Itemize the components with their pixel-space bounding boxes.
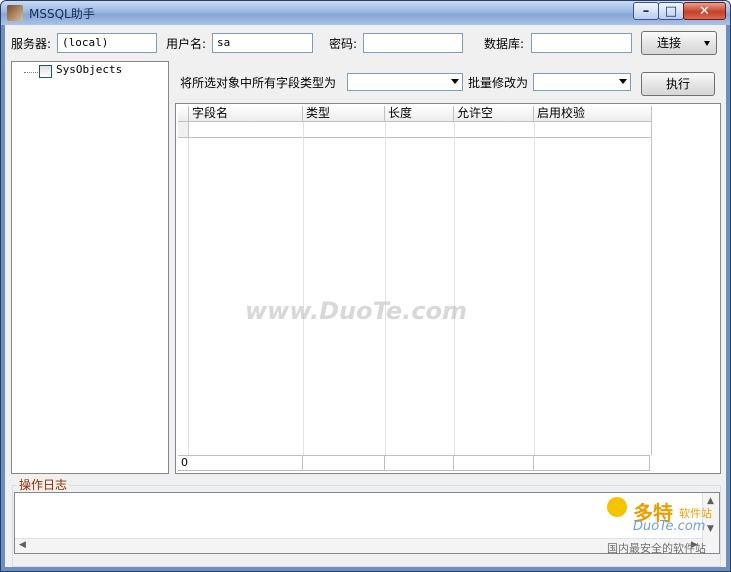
horizontal-scrollbar[interactable]: ◀ ▶ (15, 538, 703, 553)
column-header[interactable]: 允许空 (454, 106, 534, 122)
tree-item-checkbox[interactable] (39, 65, 52, 78)
mascot-icon (607, 497, 627, 517)
column-header[interactable]: 字段名 (189, 106, 303, 122)
server-label: 服务器: (11, 37, 52, 51)
connect-button[interactable]: 连接 (641, 31, 717, 55)
field-type-select[interactable] (347, 73, 463, 91)
grid-corner-header (178, 106, 189, 122)
close-button[interactable]: ✕ (683, 2, 726, 20)
title-bar[interactable]: MSSQL助手 – □ ✕ (1, 1, 730, 25)
minimize-button[interactable]: – (633, 2, 659, 20)
maximize-button[interactable]: □ (658, 2, 684, 20)
scroll-left-icon[interactable]: ◀ (19, 540, 26, 550)
column-divider (534, 122, 535, 455)
grid-footer-row: 0 (178, 455, 650, 471)
corner-url: DuoTe.com (633, 519, 706, 534)
set-type-label: 将所选对象中所有字段类型为 (180, 76, 337, 90)
minimize-icon: – (642, 3, 650, 19)
database-label: 数据库: (484, 37, 525, 51)
footer-cell (385, 456, 454, 470)
client-area: 服务器: (local) 用户名: sa 密码: 数据库: 连接 SysObje… (5, 25, 726, 567)
target-type-select[interactable] (533, 73, 631, 91)
footer-cell (454, 456, 534, 470)
corner-watermark-logo: 多特 软件站 DuoTe.com 国内最安全的软件站 (607, 497, 725, 555)
new-row[interactable] (189, 122, 652, 138)
column-divider (651, 122, 652, 455)
column-divider (454, 122, 455, 455)
user-label: 用户名: (166, 37, 207, 51)
server-input[interactable]: (local) (57, 33, 157, 53)
column-header[interactable]: 类型 (303, 106, 385, 122)
execute-button[interactable]: 执行 (641, 72, 715, 96)
footer-count: 0 (178, 456, 303, 470)
app-icon (7, 5, 23, 21)
password-input[interactable] (363, 33, 463, 53)
footer-cell (303, 456, 385, 470)
user-input[interactable]: sa (212, 33, 313, 53)
corner-slogan: 国内最安全的软件站 (607, 542, 706, 555)
connect-button-label: 连接 (657, 36, 682, 50)
column-header[interactable]: 启用校验 (534, 106, 652, 122)
maximize-icon: □ (664, 3, 678, 19)
password-label: 密码: (329, 37, 358, 51)
row-header-column (178, 138, 189, 455)
close-icon: ✕ (699, 3, 710, 19)
chevron-down-icon (451, 79, 459, 84)
chevron-down-icon (619, 79, 627, 84)
main-window: MSSQL助手 – □ ✕ 服务器: (local) 用户名: sa 密码: 数… (0, 0, 731, 572)
column-divider (303, 122, 304, 455)
dropdown-arrow-icon (704, 41, 710, 46)
object-tree[interactable]: SysObjects (11, 61, 169, 474)
tree-item[interactable]: SysObjects (12, 62, 162, 80)
row-header[interactable] (178, 122, 189, 138)
database-input[interactable] (531, 33, 632, 53)
batch-modify-label: 批量修改为 (468, 76, 529, 90)
window-title: MSSQL助手 (29, 7, 95, 21)
column-divider (385, 122, 386, 455)
footer-cell (534, 456, 650, 470)
field-grid[interactable]: 字段名 类型 长度 允许空 启用校验 0 (175, 103, 721, 474)
tree-item-label: SysObjects (56, 63, 123, 76)
log-title: 操作日志 (17, 476, 70, 493)
watermark: www.DuoTe.com (245, 297, 467, 325)
column-header[interactable]: 长度 (385, 106, 454, 122)
